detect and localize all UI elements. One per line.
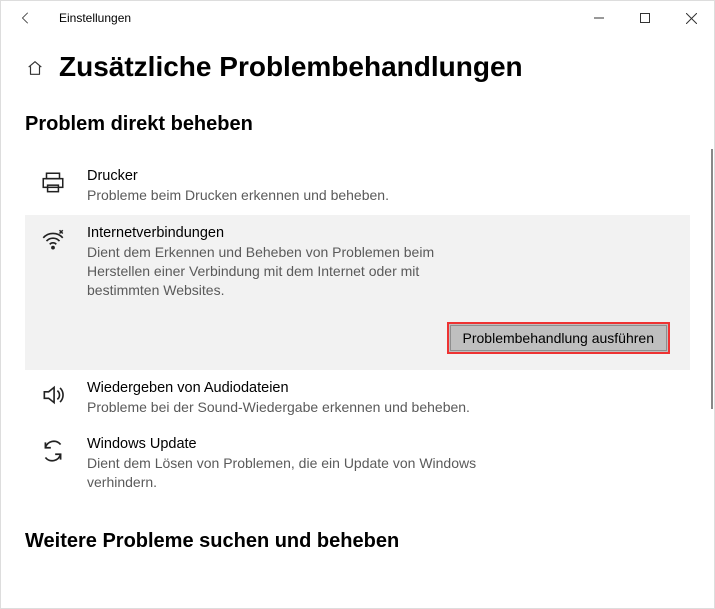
item-windows-update[interactable]: Windows Update Dient dem Lösen von Probl… <box>25 426 690 502</box>
update-icon <box>39 436 67 464</box>
item-title: Drucker <box>87 168 676 184</box>
item-desc: Probleme beim Drucken erkennen und beheb… <box>87 186 477 205</box>
item-printer[interactable]: Drucker Probleme beim Drucken erkennen u… <box>25 158 690 215</box>
window-controls <box>576 1 714 35</box>
scrollbar[interactable] <box>711 149 713 409</box>
item-title: Wiedergeben von Audiodateien <box>87 380 676 396</box>
window-title: Einstellungen <box>59 11 576 25</box>
run-troubleshooter-button[interactable]: Problembehandlung ausführen <box>447 322 670 354</box>
maximize-button[interactable] <box>622 1 668 35</box>
home-icon[interactable] <box>25 58 45 78</box>
wifi-icon <box>39 225 67 253</box>
titlebar: Einstellungen <box>1 1 714 35</box>
close-button[interactable] <box>668 1 714 35</box>
item-desc: Dient dem Erkennen und Beheben von Probl… <box>87 243 477 300</box>
action-row: Problembehandlung ausführen <box>39 300 676 360</box>
item-desc: Dient dem Lösen von Problemen, die ein U… <box>87 454 477 492</box>
minimize-button[interactable] <box>576 1 622 35</box>
speaker-icon <box>39 380 67 408</box>
item-desc: Probleme bei der Sound-Wiedergabe erkenn… <box>87 398 477 417</box>
item-title: Windows Update <box>87 436 676 452</box>
content-area: Zusätzliche Problembehandlungen Problem … <box>1 35 714 608</box>
heading-row: Zusätzliche Problembehandlungen <box>25 51 690 83</box>
item-title: Internetverbindungen <box>87 225 676 241</box>
troubleshooter-list: Drucker Probleme beim Drucken erkennen u… <box>25 158 690 502</box>
back-button[interactable] <box>15 11 37 25</box>
item-audio[interactable]: Wiedergeben von Audiodateien Probleme be… <box>25 370 690 427</box>
section-more-problems: Weitere Probleme suchen und beheben <box>25 530 690 553</box>
item-internet[interactable]: Internetverbindungen Dient dem Erkennen … <box>25 215 690 370</box>
section-direct-fix: Problem direkt beheben <box>25 113 690 136</box>
page-title: Zusätzliche Problembehandlungen <box>59 51 523 83</box>
printer-icon <box>39 168 67 196</box>
